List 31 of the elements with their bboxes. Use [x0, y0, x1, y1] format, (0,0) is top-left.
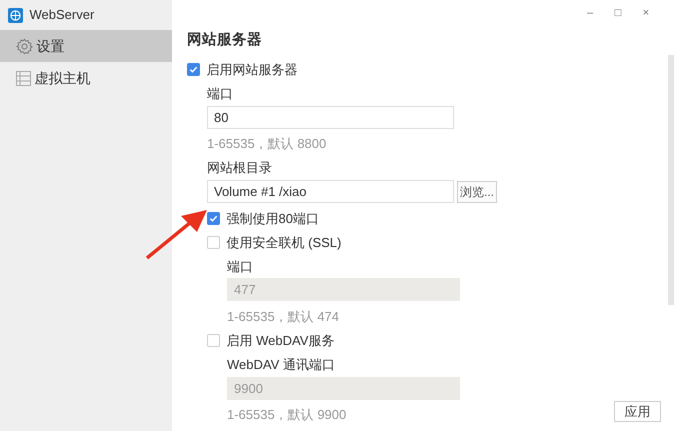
checkbox[interactable]: [207, 334, 220, 347]
maximize-button[interactable]: □: [604, 4, 632, 22]
checkbox-label: 启用网站服务器: [206, 61, 298, 79]
sidebar-item[interactable]: 设置: [0, 30, 172, 62]
apply-button[interactable]: 应用: [614, 401, 661, 422]
field-label: 端口: [207, 85, 233, 103]
field-label: 网站根目录: [207, 159, 272, 178]
hint-text: 1-65535，默认 8800: [207, 135, 326, 154]
input-field[interactable]: 80: [207, 106, 454, 129]
window-title: WebServer: [30, 6, 94, 24]
checkbox[interactable]: [207, 236, 220, 249]
scrollbar[interactable]: [668, 55, 674, 305]
checkbox-label: 强制使用80端口: [226, 210, 319, 228]
hint-text: 1-65535，默认 9900: [227, 406, 346, 424]
close-button[interactable]: ×: [632, 4, 660, 22]
checkbox[interactable]: [187, 63, 200, 76]
gear-icon: [16, 38, 33, 54]
list-icon: [16, 70, 31, 86]
field-label: WebDAV 通讯端口: [227, 356, 335, 374]
checkbox[interactable]: [207, 212, 220, 225]
checkbox-label: 使用安全联机 (SSL): [226, 234, 342, 252]
app-icon: [8, 8, 23, 22]
sidebar-item[interactable]: 虚拟主机: [0, 62, 172, 94]
section-title: 网站服务器: [187, 30, 263, 50]
hint-text: 1-65535，默认 474: [227, 308, 340, 326]
path-field[interactable]: Volume #1 /xiao: [207, 180, 454, 203]
checkbox-label: 启用 WebDAV服务: [226, 332, 334, 350]
field-label: 端口: [227, 258, 253, 276]
arrow-annotation: [145, 208, 209, 260]
browse-button[interactable]: 浏览...: [457, 180, 498, 202]
minimize-button[interactable]: –: [576, 4, 604, 22]
